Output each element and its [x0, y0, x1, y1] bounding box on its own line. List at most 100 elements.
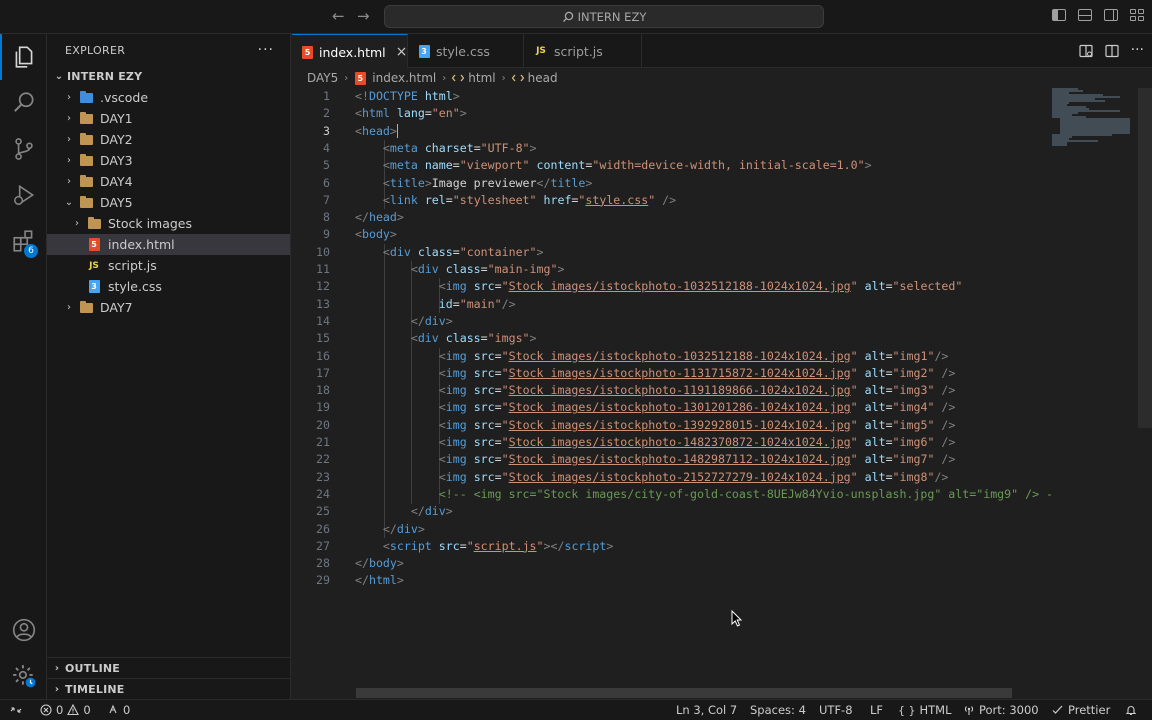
code-line[interactable]: 13 id="main"/> [292, 296, 1052, 313]
notifications[interactable] [1125, 700, 1137, 720]
more-actions-icon[interactable]: ··· [258, 42, 274, 58]
minimap[interactable] [1050, 88, 1140, 148]
forward-arrow-icon[interactable]: → [357, 8, 370, 24]
more-actions-icon[interactable]: ··· [1131, 43, 1144, 58]
code-line[interactable]: 11 <div class="main-img"> [292, 261, 1052, 278]
text-cursor [396, 124, 399, 139]
close-icon[interactable]: × [396, 44, 408, 60]
tree-item-style-css[interactable]: 3 style.css [47, 276, 290, 297]
code-line[interactable]: 17 <img src="Stock images/istockphoto-11… [292, 365, 1052, 382]
tree-item-day2[interactable]: › DAY2 [47, 129, 290, 150]
tab-script-js[interactable]: JS script.js [524, 34, 642, 68]
code-line[interactable]: 10 <div class="container"> [292, 244, 1052, 261]
accounts-activity[interactable] [0, 607, 47, 653]
command-center-search[interactable]: INTERN EZY [384, 5, 824, 28]
problems-indicator[interactable]: 0 0 [40, 700, 91, 720]
code-line[interactable]: 19 <img src="Stock images/istockphoto-13… [292, 399, 1052, 416]
code-line[interactable]: 25 </div> [292, 503, 1052, 520]
tab-style-css[interactable]: 3 style.css [408, 34, 524, 68]
open-preview-icon[interactable] [1079, 44, 1093, 58]
folder-icon [79, 111, 93, 124]
breadcrumb-item-folder[interactable]: DAY5 [307, 71, 338, 85]
folder-icon [79, 132, 93, 145]
end-of-line[interactable]: LF [870, 700, 883, 720]
code-line[interactable]: 9 <body> [292, 226, 1052, 243]
code-line[interactable]: 21 <img src="Stock images/istockphoto-14… [292, 434, 1052, 451]
code-line[interactable]: 23 <img src="Stock images/istockphoto-21… [292, 469, 1052, 486]
prettier-label: Prettier [1068, 703, 1111, 717]
prettier-indicator[interactable]: Prettier [1052, 700, 1110, 720]
encoding[interactable]: UTF-8 [819, 700, 853, 720]
horizontal-scrollbar[interactable] [356, 688, 1012, 698]
code-line[interactable]: 1 <!DOCTYPE html> [292, 88, 1052, 105]
code-line[interactable]: 20 <img src="Stock images/istockphoto-13… [292, 417, 1052, 434]
line-number: 22 [316, 452, 330, 467]
code-line[interactable]: 8 </head> [292, 209, 1052, 226]
tree-item-script-js[interactable]: JS script.js [47, 255, 290, 276]
tree-item-vscode[interactable]: › .vscode [47, 87, 290, 108]
code-line[interactable]: 4 <meta charset="UTF-8"> [292, 140, 1052, 157]
code-line[interactable]: 26 </div> [292, 521, 1052, 538]
code-line[interactable]: 5 <meta name="viewport" content="width=d… [292, 157, 1052, 174]
workspace-root[interactable]: ⌄ INTERN EZY [47, 66, 290, 87]
code-line[interactable]: 14 </div> [292, 313, 1052, 330]
tree-item-index-html[interactable]: 5 index.html [47, 234, 290, 255]
code-line[interactable]: 15 <div class="imgs"> [292, 330, 1052, 347]
folder-icon [79, 300, 93, 313]
line-number: 1 [323, 89, 330, 103]
split-editor-icon[interactable] [1105, 44, 1119, 58]
code-text: <img src="Stock images/istockphoto-11911… [438, 383, 956, 398]
code-editor[interactable]: 1 <!DOCTYPE html> 2 <html lang="en"> 3 <head>… [292, 88, 1152, 699]
extensions-badge: 6 [24, 244, 38, 258]
code-line[interactable]: 27 <script src="script.js"></script> [292, 538, 1052, 555]
tree-item-stock-images[interactable]: › Stock images [47, 213, 290, 234]
toggle-panel-icon[interactable] [1078, 9, 1092, 21]
live-server-port[interactable]: Port: 3000 [963, 700, 1039, 720]
breadcrumb-item-head[interactable]: head [528, 71, 558, 85]
code-text: <img src="Stock images/istockphoto-14823… [438, 435, 956, 449]
run-debug-activity[interactable] [0, 172, 47, 218]
code-line[interactable]: 12 <img src="Stock images/istockphoto-10… [292, 278, 1052, 295]
code-line[interactable]: 6 <title>Image previewer</title> [292, 175, 1052, 192]
breadcrumb-item-file[interactable]: index.html [372, 71, 436, 85]
toggle-primary-sidebar-icon[interactable] [1052, 9, 1066, 21]
search-activity[interactable] [0, 80, 47, 126]
tree-item-label: DAY3 [100, 153, 133, 168]
ports-indicator[interactable]: 0 [107, 700, 130, 720]
back-arrow-icon[interactable]: ← [332, 8, 345, 24]
check-double-icon [1052, 705, 1063, 714]
customize-layout-icon[interactable] [1130, 9, 1144, 21]
vertical-scrollbar[interactable] [1138, 88, 1152, 428]
code-line[interactable]: 16 <img src="Stock images/istockphoto-10… [292, 348, 1052, 365]
indentation[interactable]: Spaces: 4 [750, 700, 806, 720]
breadcrumb: DAY5 › 5 index.html › html › head [292, 68, 1152, 88]
extensions-activity[interactable]: 6 [0, 218, 47, 264]
explorer-activity[interactable] [0, 34, 47, 80]
code-line[interactable]: 29 </html> [292, 572, 1052, 589]
tab-index-html[interactable]: 5 index.html × [292, 34, 408, 69]
language-mode[interactable]: { } HTML [898, 700, 952, 720]
folder-open-icon [79, 195, 93, 208]
tree-item-day7[interactable]: › DAY7 [47, 297, 290, 318]
tree-item-day5[interactable]: ⌄ DAY5 [47, 192, 290, 213]
code-line[interactable]: 2 <html lang="en"> [292, 105, 1052, 122]
breadcrumb-item-html[interactable]: html [468, 71, 495, 85]
toggle-secondary-sidebar-icon[interactable] [1104, 9, 1118, 21]
code-line[interactable]: 3 <head> [292, 123, 1052, 140]
code-text: </html> [355, 573, 404, 588]
code-line[interactable]: 28 </body> [292, 555, 1052, 572]
cursor-position[interactable]: Ln 3, Col 7 [676, 700, 737, 720]
code-line[interactable]: 18 <img src="Stock images/istockphoto-11… [292, 382, 1052, 399]
tree-item-day3[interactable]: › DAY3 [47, 150, 290, 171]
code-line[interactable]: 24 <!-- <img src="Stock images/city-of-g… [292, 486, 1053, 503]
outline-section[interactable]: › OUTLINE [47, 657, 290, 678]
source-control-activity[interactable] [0, 126, 47, 172]
timeline-section[interactable]: › TIMELINE [47, 678, 290, 699]
code-line[interactable]: 22 <img src="Stock images/istockphoto-14… [292, 451, 1052, 468]
tree-item-day1[interactable]: › DAY1 [47, 108, 290, 129]
bell-icon [1125, 706, 1137, 716]
code-line[interactable]: 7 <link rel="stylesheet" href="style.css… [292, 192, 1052, 209]
remote-indicator[interactable] [0, 700, 32, 720]
tree-item-day4[interactable]: › DAY4 [47, 171, 290, 192]
manage-activity[interactable] [0, 653, 47, 699]
